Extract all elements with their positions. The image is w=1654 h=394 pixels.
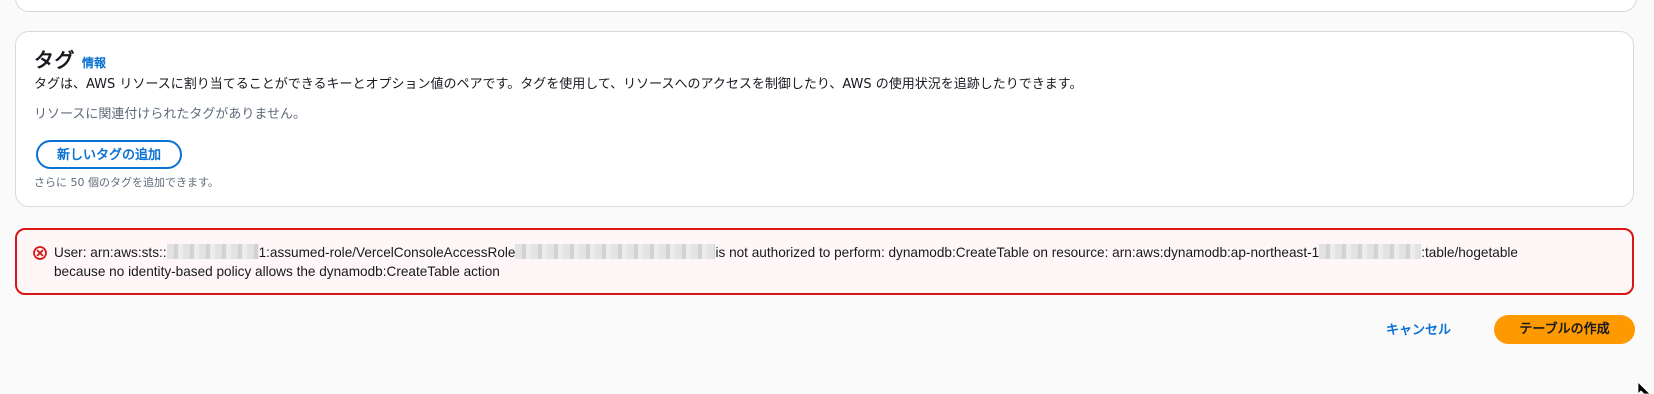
error-circle-x-icon bbox=[33, 246, 47, 260]
empty-tags-message: リソースに関連付けられたタグがありません。 bbox=[34, 107, 306, 122]
error-message-part-role: 1:assumed-role/VercelConsoleAccessRole bbox=[258, 245, 516, 260]
redacted-account-id bbox=[166, 244, 259, 260]
tags-section-title: タグ bbox=[34, 48, 75, 72]
error-alert: User: arn:aws:sts:: 1:assumed-role/Vercel… bbox=[15, 228, 1634, 295]
tags-section: タグ 情報 タグは、AWS リソースに割り当てることができるキーとオプション値の… bbox=[15, 31, 1634, 207]
info-link[interactable]: 情報 bbox=[82, 54, 106, 71]
tags-description: タグは、AWS リソースに割り当てることができるキーとオプション値のペアです。タ… bbox=[34, 77, 1083, 92]
error-message-part-reason: because no identity-based policy allows … bbox=[54, 264, 500, 279]
create-table-button[interactable]: テーブルの作成 bbox=[1494, 315, 1635, 344]
tag-limit-hint: さらに 50 個のタグを追加できます。 bbox=[34, 176, 219, 189]
previous-section-card bbox=[15, 0, 1637, 12]
error-message-part-action: is not authorized to perform: dynamodb:C… bbox=[715, 245, 1320, 260]
mouse-cursor-icon bbox=[1638, 382, 1650, 394]
error-message-part-user: User: arn:aws:sts:: bbox=[54, 245, 167, 260]
redacted-account-id-2 bbox=[1319, 244, 1422, 260]
redacted-session-name bbox=[515, 244, 716, 260]
error-message-part-table: :table/hogetable bbox=[1421, 245, 1518, 260]
cancel-button[interactable]: キャンセル bbox=[1386, 319, 1451, 338]
error-message: User: arn:aws:sts:: 1:assumed-role/Vercel… bbox=[54, 243, 1614, 281]
add-new-tag-button[interactable]: 新しいタグの追加 bbox=[36, 140, 182, 169]
page: タグ 情報 タグは、AWS リソースに割り当てることができるキーとオプション値の… bbox=[0, 0, 1654, 394]
